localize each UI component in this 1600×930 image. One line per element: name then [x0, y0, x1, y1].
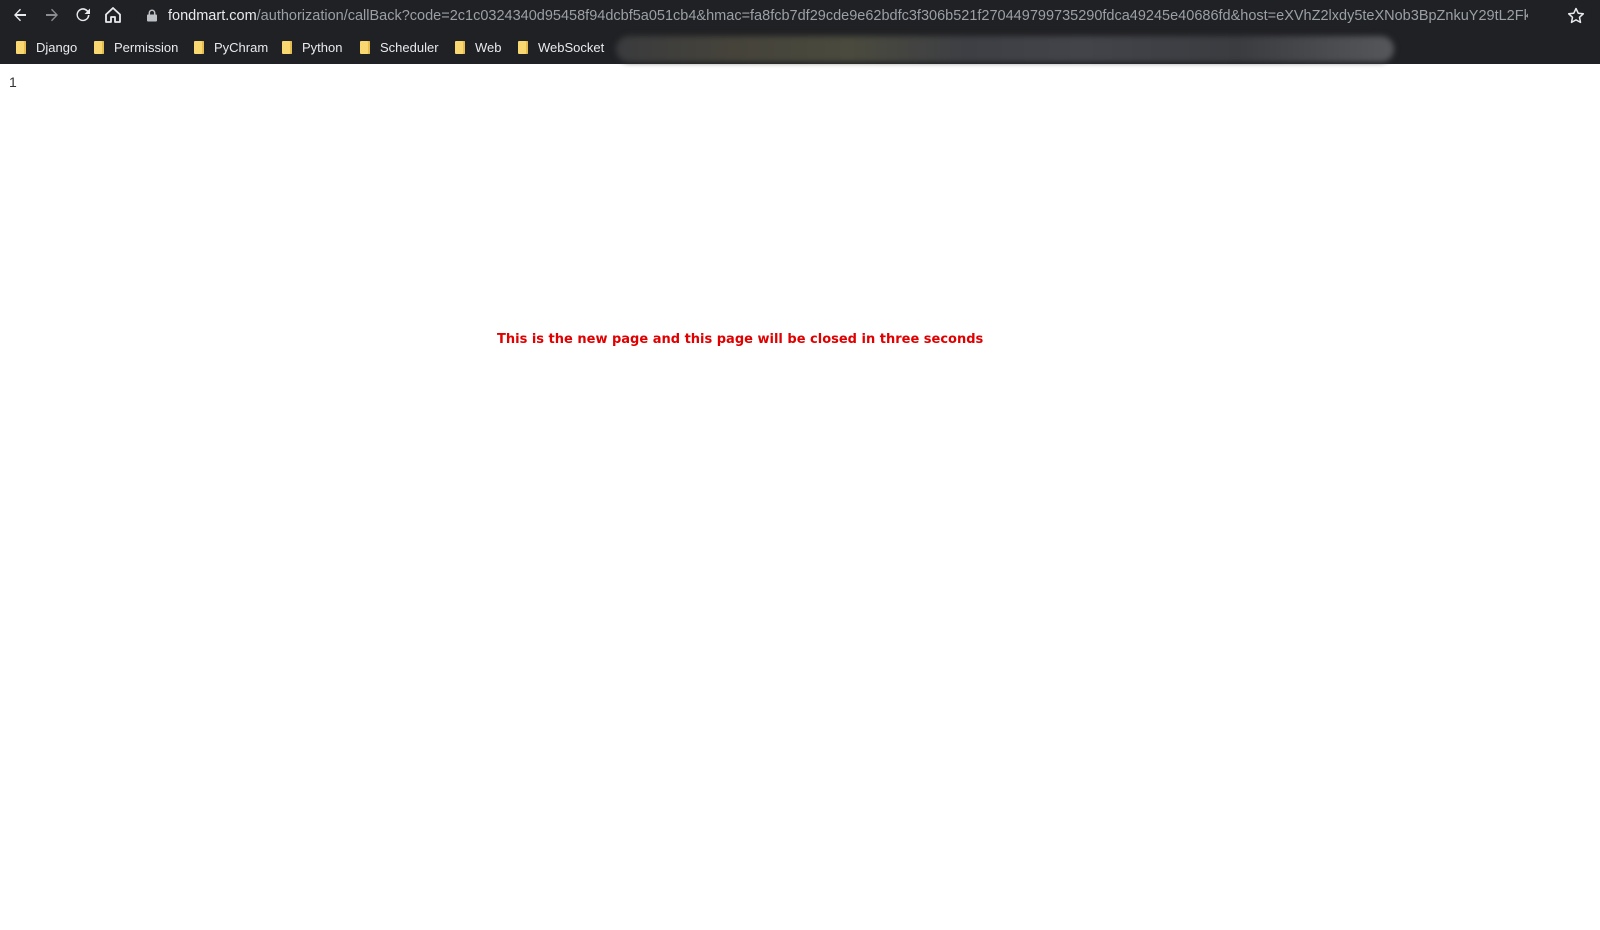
back-arrow-icon	[14, 8, 26, 22]
folder-icon	[94, 40, 104, 54]
bookmark-folder-python[interactable]: Python	[282, 38, 342, 56]
bookmark-folder-django[interactable]: Django	[16, 38, 77, 56]
folder-icon	[194, 40, 204, 54]
bookmark-label: Web	[475, 39, 502, 55]
bookmark-folder-scheduler[interactable]: Scheduler	[360, 38, 439, 56]
folder-icon	[360, 40, 370, 54]
bookmark-label: Scheduler	[380, 39, 439, 55]
folder-icon	[518, 40, 528, 54]
bookmark-star-icon[interactable]	[1566, 6, 1586, 26]
home-icon	[105, 7, 121, 23]
page-content: 1 This is the new page and this page wil…	[0, 64, 1600, 930]
folder-icon	[282, 40, 292, 54]
reload-button[interactable]	[71, 3, 95, 27]
browser-toolbar: fondmart.com/authorization/callBack?code…	[0, 0, 1600, 30]
url-text[interactable]: fondmart.com/authorization/callBack?code…	[168, 7, 1528, 25]
folder-icon	[16, 40, 26, 54]
forward-button[interactable]	[40, 3, 64, 27]
home-button[interactable]	[101, 3, 125, 27]
back-button[interactable]	[8, 3, 32, 27]
reload-icon	[76, 8, 90, 22]
bookmark-label: Python	[302, 39, 343, 55]
url-host: fondmart.com	[168, 8, 257, 24]
bookmark-label: WebSocket	[538, 39, 605, 55]
redacted-bookmarks	[616, 36, 1394, 62]
line-number: 1	[9, 74, 17, 90]
bookmark-folder-websocket[interactable]: WebSocket	[518, 38, 604, 56]
forward-arrow-icon	[46, 8, 58, 22]
bookmark-label: Permission	[114, 39, 179, 55]
bookmark-folder-pychram[interactable]: PyChram	[194, 38, 268, 56]
closing-message: This is the new page and this page will …	[497, 332, 984, 347]
bookmark-label: Django	[36, 39, 78, 55]
address-bar[interactable]: fondmart.com/authorization/callBack?code…	[136, 2, 1592, 29]
bookmark-label: PyChram	[214, 39, 269, 55]
browser-chrome: fondmart.com/authorization/callBack?code…	[0, 0, 1600, 64]
url-path: /authorization/callBack?code=2c1c0324340…	[256, 8, 1528, 24]
folder-icon	[455, 40, 465, 54]
bookmarks-bar: Django Permission PyChram Python Schedul…	[0, 32, 1600, 62]
bookmark-folder-permission[interactable]: Permission	[94, 38, 178, 56]
bookmark-folder-web[interactable]: Web	[455, 38, 502, 56]
lock-icon	[147, 9, 157, 22]
